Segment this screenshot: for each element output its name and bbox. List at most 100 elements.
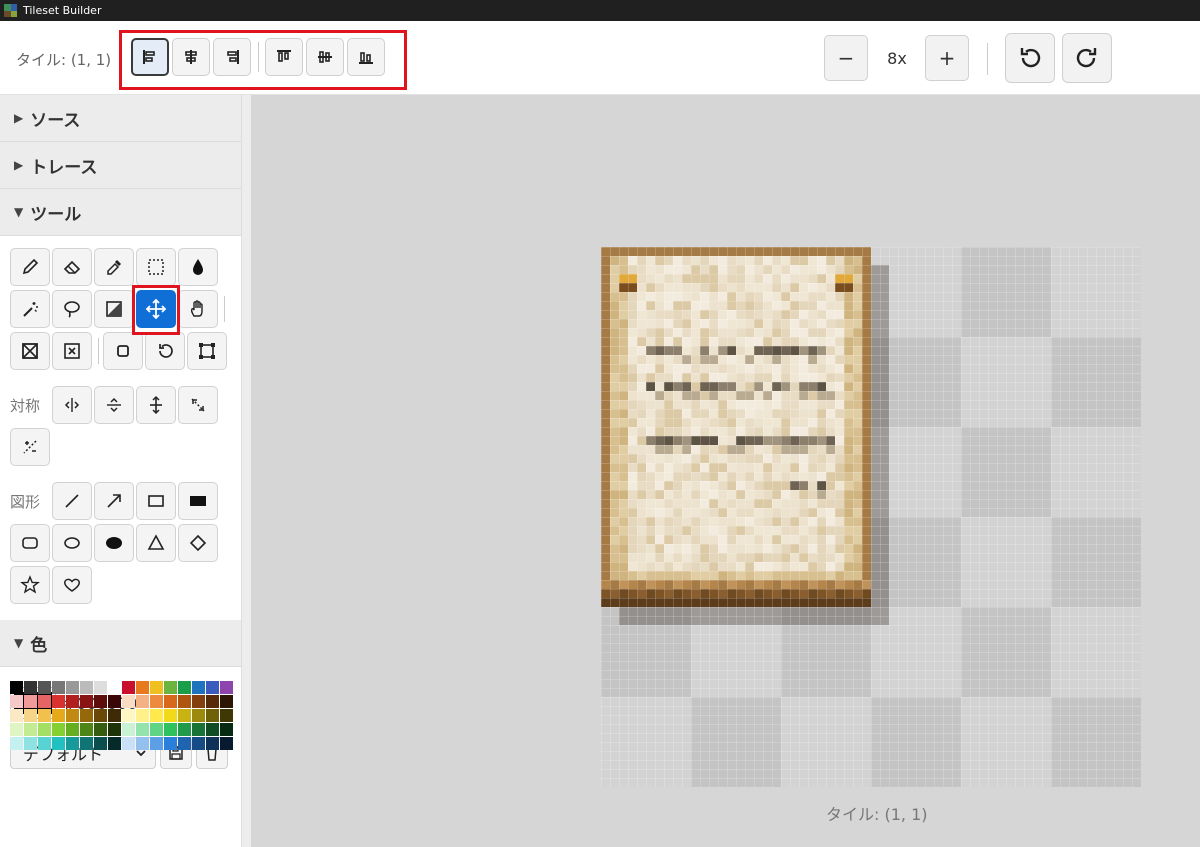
- palette-swatch[interactable]: [136, 723, 149, 736]
- gradient-tool-button[interactable]: [94, 290, 134, 328]
- palette-swatch[interactable]: [150, 737, 163, 750]
- palette-swatch[interactable]: [220, 695, 233, 708]
- palette-swatch[interactable]: [80, 681, 93, 694]
- line-shape-button[interactable]: [52, 482, 92, 520]
- palette-swatch[interactable]: [108, 737, 121, 750]
- canvas-area[interactable]: タイル: (1, 1): [251, 95, 1200, 847]
- palette-swatch[interactable]: [52, 723, 65, 736]
- heart-button[interactable]: [52, 566, 92, 604]
- palette-swatch[interactable]: [94, 709, 107, 722]
- palette-swatch[interactable]: [10, 681, 23, 694]
- rotate-button[interactable]: [145, 332, 185, 370]
- palette-swatch[interactable]: [178, 723, 191, 736]
- palette-swatch[interactable]: [66, 709, 79, 722]
- palette-swatch[interactable]: [66, 695, 79, 708]
- palette-swatch[interactable]: [178, 737, 191, 750]
- palette-swatch[interactable]: [192, 709, 205, 722]
- ellipse-outline-button[interactable]: [52, 524, 92, 562]
- palette-swatch[interactable]: [206, 709, 219, 722]
- palette-swatch[interactable]: [52, 737, 65, 750]
- zoom-out-button[interactable]: −: [824, 35, 868, 81]
- palette-swatch[interactable]: [136, 737, 149, 750]
- palette-swatch[interactable]: [10, 723, 23, 736]
- lasso-tool-button[interactable]: [52, 290, 92, 328]
- palette-swatch[interactable]: [192, 695, 205, 708]
- triangle-button[interactable]: [136, 524, 176, 562]
- rounded-rect-button[interactable]: [10, 524, 50, 562]
- palette-swatch[interactable]: [136, 681, 149, 694]
- palette-swatch[interactable]: [52, 695, 65, 708]
- palette-swatch[interactable]: [24, 681, 37, 694]
- palette-swatch[interactable]: [38, 737, 51, 750]
- palette-swatch[interactable]: [80, 737, 93, 750]
- symmetry-horizontal-button[interactable]: [52, 386, 92, 424]
- palette-swatch[interactable]: [150, 723, 163, 736]
- palette-swatch[interactable]: [80, 695, 93, 708]
- palette-swatch[interactable]: [122, 709, 135, 722]
- palette-swatch[interactable]: [80, 709, 93, 722]
- palette-swatch[interactable]: [122, 681, 135, 694]
- palette-swatch[interactable]: [206, 737, 219, 750]
- palette-swatch[interactable]: [108, 695, 121, 708]
- align-middle-vertical-button[interactable]: [306, 38, 344, 76]
- rect-filled-button[interactable]: [178, 482, 218, 520]
- section-tools-header[interactable]: ▼ ツール: [0, 189, 241, 236]
- palette-swatch[interactable]: [178, 709, 191, 722]
- palette-swatch[interactable]: [164, 681, 177, 694]
- pencil-tool-button[interactable]: [10, 248, 50, 286]
- palette-swatch[interactable]: [38, 723, 51, 736]
- section-source-header[interactable]: ▶ ソース: [0, 95, 241, 142]
- palette-swatch[interactable]: [150, 681, 163, 694]
- diamond-button[interactable]: [178, 524, 218, 562]
- palette-swatch[interactable]: [206, 695, 219, 708]
- palette-swatch[interactable]: [192, 723, 205, 736]
- palette-swatch[interactable]: [220, 737, 233, 750]
- symmetry-diagonal-button[interactable]: [178, 386, 218, 424]
- symmetry-anti-diagonal-button[interactable]: [10, 428, 50, 466]
- rect-outline-button[interactable]: [136, 482, 176, 520]
- palette-swatch[interactable]: [94, 681, 107, 694]
- fill-tool-button[interactable]: [178, 248, 218, 286]
- align-top-button[interactable]: [265, 38, 303, 76]
- palette-swatch[interactable]: [10, 737, 23, 750]
- zoom-in-button[interactable]: +: [925, 35, 969, 81]
- arrow-shape-button[interactable]: [94, 482, 134, 520]
- delete-pixels-button[interactable]: [52, 332, 92, 370]
- palette-swatch[interactable]: [38, 709, 51, 722]
- palette-swatch[interactable]: [192, 737, 205, 750]
- palette-swatch[interactable]: [24, 723, 37, 736]
- palette-swatch[interactable]: [108, 681, 121, 694]
- palette-swatch[interactable]: [150, 695, 163, 708]
- palette-swatch[interactable]: [164, 737, 177, 750]
- palette-swatch[interactable]: [220, 681, 233, 694]
- palette-swatch[interactable]: [94, 737, 107, 750]
- ellipse-filled-button[interactable]: [94, 524, 134, 562]
- palette-swatch[interactable]: [122, 723, 135, 736]
- magic-wand-tool-button[interactable]: [10, 290, 50, 328]
- palette-swatch[interactable]: [10, 695, 23, 708]
- palette-swatch[interactable]: [164, 723, 177, 736]
- symmetry-both-button[interactable]: [136, 386, 176, 424]
- clear-selection-button[interactable]: [10, 332, 50, 370]
- palette-swatch[interactable]: [206, 723, 219, 736]
- palette-swatch[interactable]: [150, 709, 163, 722]
- palette-swatch[interactable]: [178, 681, 191, 694]
- palette-swatch[interactable]: [136, 709, 149, 722]
- transform-button[interactable]: [187, 332, 227, 370]
- palette-swatch[interactable]: [206, 681, 219, 694]
- palette-swatch[interactable]: [24, 737, 37, 750]
- palette-swatch[interactable]: [94, 695, 107, 708]
- palette-swatch[interactable]: [52, 709, 65, 722]
- palette-swatch[interactable]: [164, 695, 177, 708]
- palette-swatch[interactable]: [136, 695, 149, 708]
- palette-swatch[interactable]: [10, 709, 23, 722]
- eyedropper-tool-button[interactable]: [94, 248, 134, 286]
- palette-swatch[interactable]: [122, 695, 135, 708]
- align-bottom-button[interactable]: [347, 38, 385, 76]
- redo-button[interactable]: [1062, 33, 1112, 83]
- palette-swatch[interactable]: [122, 737, 135, 750]
- palette-swatch[interactable]: [108, 709, 121, 722]
- palette-swatch[interactable]: [94, 723, 107, 736]
- align-left-button[interactable]: [131, 38, 169, 76]
- palette-swatch[interactable]: [192, 681, 205, 694]
